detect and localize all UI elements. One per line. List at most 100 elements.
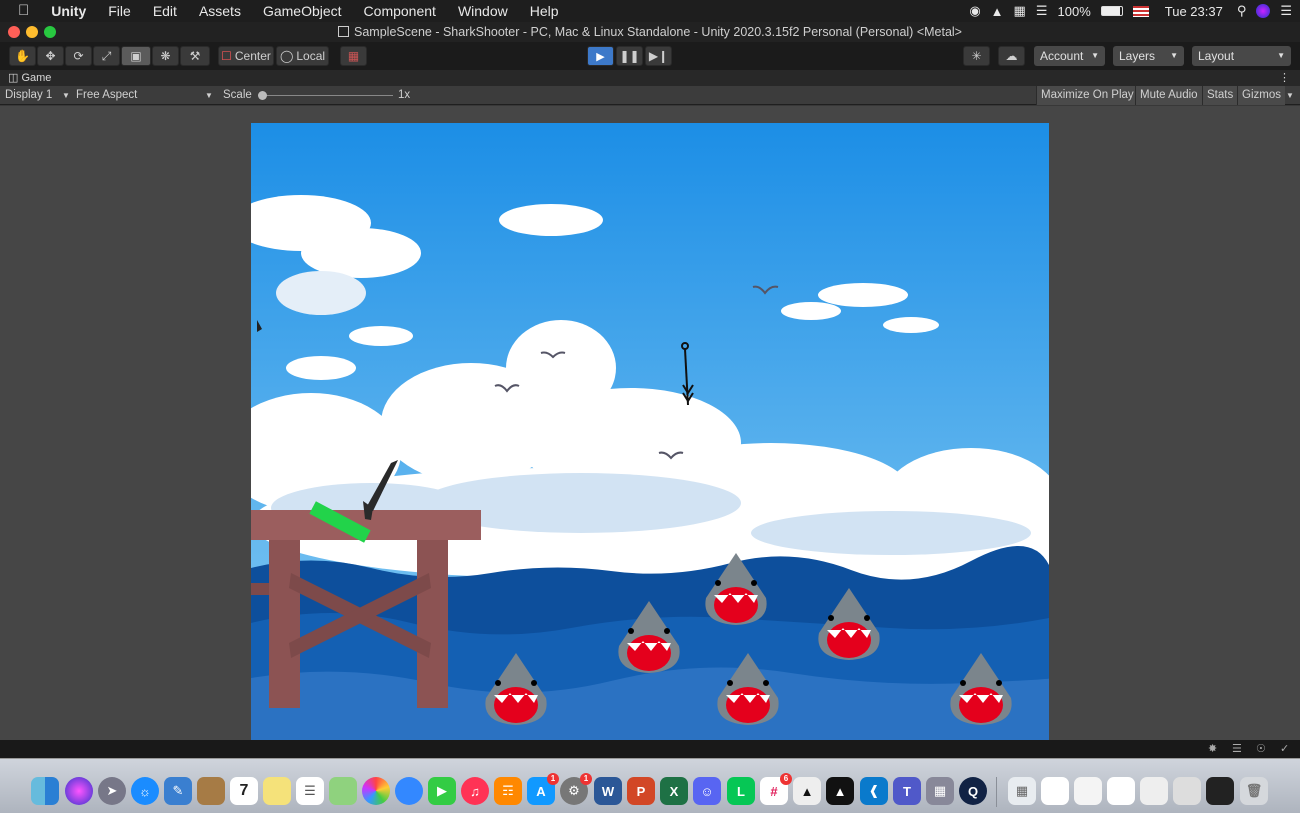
keyboard-icon[interactable]: ▦ [1014,3,1026,19]
play-button[interactable]: ▶ [587,46,614,66]
gizmos-toggle[interactable]: Gizmos [1237,86,1285,105]
game-render[interactable] [251,123,1049,740]
cloud-icon[interactable]: ☁ [998,46,1025,66]
gizmos-caret-icon[interactable]: ▼ [1286,86,1294,105]
finder-icon[interactable] [31,777,59,805]
excel-icon[interactable]: X [660,777,688,805]
scale-label: Scale [223,89,252,101]
collab-icon[interactable]: ✳ [963,46,990,66]
minimize-window-button[interactable] [26,26,38,38]
powerpoint-icon[interactable]: P [627,777,655,805]
calendar-icon[interactable]: 7 [230,777,258,805]
layout-dropdown[interactable]: Layout ▼ [1192,46,1291,66]
word-icon[interactable]: W [594,777,622,805]
menu-file[interactable]: File [97,0,142,22]
reminders-icon[interactable]: ☰ [296,777,324,805]
menu-edit[interactable]: Edit [142,0,188,22]
line-icon[interactable]: L [727,777,755,805]
layers-status-icon[interactable]: ☰ [1232,742,1242,755]
messages-icon[interactable] [395,777,423,805]
stats-toggle[interactable]: Stats [1202,86,1238,105]
unity-hub-icon[interactable]: ▲ [991,4,1004,19]
clock[interactable]: Tue 23:37 [1165,4,1223,19]
tab-game[interactable]: ◫ Game [8,71,51,84]
custom-tool-icon[interactable]: ⚒ [180,46,210,66]
screen-record-icon[interactable]: ◉ [969,3,980,19]
discord-icon[interactable]: ☺ [693,777,721,805]
recent-window-icon[interactable] [1074,777,1102,805]
scale-slider-thumb[interactable] [258,91,267,100]
siri-icon[interactable] [1256,4,1271,18]
siri-dock-icon[interactable] [65,777,93,805]
mute-audio-toggle[interactable]: Mute Audio [1135,86,1202,105]
system-preferences-icon[interactable]: ⚙ 1 [560,773,592,805]
unity-hub-dock-icon[interactable]: ▲ [793,777,821,805]
layout-caret-icon: ▼ [1277,51,1285,60]
photos-icon[interactable] [362,777,390,805]
grid-snap-icon[interactable]: ▦ [340,46,367,66]
scale-slider[interactable] [258,95,393,96]
recent-document-icon[interactable] [1041,777,1069,805]
spotlight-search-icon[interactable]: ⚲ [1237,3,1247,19]
close-window-button[interactable] [8,26,20,38]
scale-tool-icon[interactable]: ⤢ [93,46,120,66]
menu-help[interactable]: Help [519,0,570,22]
pivot-center-label: Center [234,49,271,63]
launchpad-icon[interactable]: ➤ [98,777,126,805]
safari-icon[interactable]: ☼ [131,777,159,805]
trash-icon[interactable]: 🗑 [1240,777,1268,805]
hand-tool-icon[interactable]: ✋ [9,46,36,66]
music-icon[interactable]: ♫ [461,777,489,805]
slack-icon[interactable]: #6 [760,773,792,805]
account-dropdown[interactable]: Account ▼ [1034,46,1105,66]
maps-icon[interactable] [329,777,357,805]
teams-icon[interactable]: T [893,777,921,805]
notification-center-icon[interactable]: ☰ [1280,3,1292,19]
menu-window[interactable]: Window [447,0,519,22]
bug-icon[interactable]: ✸ [1208,742,1217,755]
vscode-icon[interactable]: ❰ [860,777,888,805]
status-check-icon[interactable]: ✓ [1280,742,1289,755]
step-button[interactable]: ▶❙ [645,46,672,66]
facetime-icon[interactable]: ▶ [428,777,456,805]
battery-icon[interactable] [1100,6,1123,16]
screenshot-tool-icon[interactable]: ▦ [926,777,954,805]
aspect-dropdown[interactable]: Free Aspect ▼ [76,86,216,105]
recent-app-window-icon[interactable] [1206,777,1234,805]
preview-icon[interactable]: ✎ [164,777,192,805]
menu-gameobject[interactable]: GameObject [252,0,353,22]
move-tool-icon[interactable]: ✥ [37,46,64,66]
downloads-stack-icon[interactable]: ▦ [1008,777,1036,805]
books-icon[interactable]: ☶ [494,777,522,805]
dock-separator [996,777,997,807]
app-menu-unity[interactable]: Unity [40,0,97,22]
menu-component[interactable]: Component [353,0,447,22]
rotate-tool-icon[interactable]: ⟳ [65,46,92,66]
quicktime-icon[interactable]: Q [959,777,987,805]
menu-assets[interactable]: Assets [188,0,252,22]
pivot-space-toggle[interactable]: ◯ Local [276,46,329,66]
display-dropdown[interactable]: Display 1 ▼ [5,86,71,105]
notes-icon[interactable] [263,777,291,805]
pivot-center-toggle[interactable]: ☐ Center [218,46,274,66]
recent-screenshot-icon[interactable] [1140,777,1168,805]
pause-button[interactable]: ❚❚ [616,46,643,66]
apple-menu-icon[interactable]:  [0,0,40,22]
app-store-icon[interactable]: A1 [527,773,559,805]
battery-percent: 100% [1057,3,1091,19]
flag-input-icon[interactable] [1132,5,1149,17]
tab-options-icon[interactable]: ⋮ [1279,71,1290,84]
rect-tool-icon[interactable]: ▣ [121,46,151,66]
recent-folder-icon[interactable] [1173,777,1201,805]
transform-tool-icon[interactable]: ❋ [152,46,179,66]
profiler-icon[interactable]: ☉ [1256,742,1266,755]
unity-editor-dock-icon[interactable]: ▲ [826,777,854,805]
recent-file-icon[interactable] [1107,777,1135,805]
aspect-caret-icon: ▼ [205,91,213,100]
account-dropdown-label: Account [1040,49,1084,63]
maximize-on-play-toggle[interactable]: Maximize On Play [1036,86,1138,105]
wifi-icon[interactable]: ☰ [1036,3,1048,19]
notebook-icon[interactable] [197,777,225,805]
zoom-window-button[interactable] [44,26,56,38]
layers-dropdown[interactable]: Layers ▼ [1113,46,1184,66]
